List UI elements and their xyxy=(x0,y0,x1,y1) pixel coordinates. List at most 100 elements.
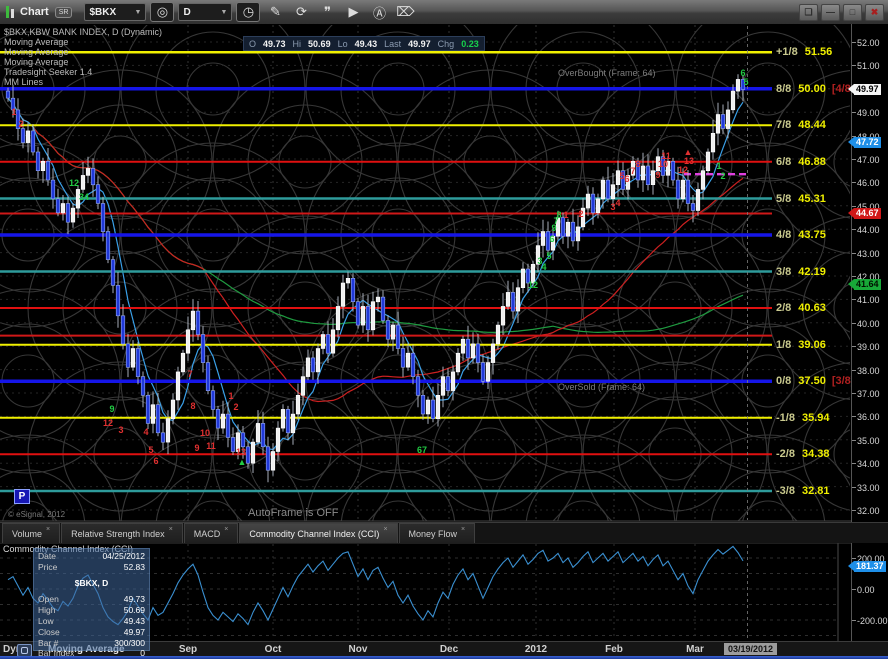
month-label: Dec xyxy=(440,644,458,655)
quote-bubble-icon: ❞ xyxy=(324,4,331,20)
tooltip-symbol: $BKX, D xyxy=(34,578,149,588)
price-tick: 51.00 xyxy=(857,61,880,71)
month-label: Oct xyxy=(265,644,282,655)
seeker-count: ▲ xyxy=(238,457,247,467)
seeker-count: 12 xyxy=(69,178,79,188)
chart-window: Chart SR $BKX ▼ ◎ D ▼ ◷ ✎ ⟳ ❞ ▶ Ⓐ xyxy=(0,0,888,659)
circled-a-icon: Ⓐ xyxy=(373,3,386,22)
price-tick: 43.00 xyxy=(857,249,880,259)
seeker-count: 6 xyxy=(549,234,554,244)
seeker-count: 9 xyxy=(109,404,114,414)
reload-icon: ⟳ xyxy=(296,4,307,20)
copyright-label: © eSignal, 2012 xyxy=(8,510,65,519)
draw-tool-button[interactable]: ✎ xyxy=(264,3,286,21)
auto-button[interactable]: Ⓐ xyxy=(368,3,390,21)
mm-line-label: -2/834.38 xyxy=(776,448,830,460)
legend-row: Moving Average xyxy=(4,57,162,67)
time-template-button[interactable]: ◷ xyxy=(236,2,260,22)
change-label: Chg xyxy=(438,39,455,49)
tooltip-row: High50.69 xyxy=(38,605,145,615)
price-tick: 41.00 xyxy=(857,295,880,305)
oversold-label: OverSold (Frame: 64) xyxy=(558,382,645,392)
seeker-count: 4 xyxy=(541,262,546,272)
tooltip-row: Date04/25/2012 xyxy=(38,551,145,561)
price-tick: 40.00 xyxy=(857,319,880,329)
price-marker: 49.97 xyxy=(854,84,881,95)
mm-line-label: 0/837.50[3/8] xyxy=(776,375,854,387)
tooltip-row: Close49.97 xyxy=(38,627,145,637)
last-label: Last xyxy=(384,39,401,49)
seeker-count: 2 xyxy=(578,209,583,219)
close-icon[interactable]: × xyxy=(46,526,50,533)
eraser-icon: ⌦ xyxy=(396,4,414,20)
eraser-button[interactable]: ⌦ xyxy=(394,3,416,21)
seeker-count: 1 xyxy=(563,210,568,220)
close-icon[interactable]: × xyxy=(169,526,173,533)
seeker-count: 5 xyxy=(743,77,748,87)
seeker-count: 2 xyxy=(720,171,725,181)
window-title: Chart xyxy=(20,6,49,18)
tab-commodity-channel-index-cci-[interactable]: Commodity Channel Index (CCI)× xyxy=(239,523,397,543)
high-label: Hi xyxy=(293,39,302,49)
high-value: 50.69 xyxy=(308,39,331,49)
link-group-badge[interactable]: SR xyxy=(55,7,73,18)
seeker-count: 5 xyxy=(546,251,551,261)
pointer-tool-badge[interactable]: P xyxy=(14,489,30,504)
seeker-count: 8 xyxy=(556,210,561,220)
mm-line-label: -1/835.94 xyxy=(776,412,830,424)
tooltip-row: Low49.43 xyxy=(38,616,145,626)
price-tick: 37.00 xyxy=(857,389,880,399)
play-circle-icon: ▶ xyxy=(348,4,358,20)
seeker-count: 12 xyxy=(678,165,688,175)
interval-select[interactable]: D ▼ xyxy=(178,3,232,21)
mm-line-label: 7/848.44 xyxy=(776,119,826,131)
seeker-count: 10 xyxy=(200,428,210,438)
pencil-icon: ✎ xyxy=(270,4,281,20)
open-label: O xyxy=(249,39,256,49)
tooltip-row: Bar #300/300 xyxy=(38,638,145,648)
seeker-count: 9 xyxy=(194,443,199,453)
reload-button[interactable]: ⟳ xyxy=(290,3,312,21)
tab-relative-strength-index[interactable]: Relative Strength Index× xyxy=(61,523,183,543)
last-value: 49.97 xyxy=(408,39,431,49)
price-tick: 32.00 xyxy=(857,506,880,516)
tab-money-flow[interactable]: Money Flow× xyxy=(399,523,476,543)
replay-button[interactable]: ▶ xyxy=(342,3,364,21)
mm-line-label: 4/843.75 xyxy=(776,229,826,241)
month-label: Mar xyxy=(686,644,704,655)
close-icon[interactable]: × xyxy=(383,526,387,533)
seeker-count: 4 xyxy=(143,427,148,437)
low-label: Lo xyxy=(338,39,348,49)
tab-macd[interactable]: MACD× xyxy=(184,523,239,543)
cursor-date-badge: 03/19/2012 xyxy=(724,643,777,655)
price-tick: 33.00 xyxy=(857,483,880,493)
seeker-count: 34 xyxy=(79,192,89,202)
cci-tick: 0.00 xyxy=(857,585,875,595)
seeker-count: 6 xyxy=(624,174,629,184)
month-label: Feb xyxy=(605,644,623,655)
data-window-tooltip: Date04/25/2012Price52.83Open49.73High50.… xyxy=(33,548,150,651)
seeker-count: 6 xyxy=(153,456,158,466)
quote-note-button[interactable]: ❞ xyxy=(316,3,338,21)
price-tick: 46.00 xyxy=(857,178,880,188)
cci-tick: -200.00 xyxy=(857,616,888,626)
chevron-down-icon: ▼ xyxy=(221,9,228,16)
symbol-lookup-button[interactable]: ◎ xyxy=(150,2,174,22)
symbol-input[interactable]: $BKX ▼ xyxy=(84,3,146,21)
month-label: 2012 xyxy=(525,644,547,655)
window-minimize-button[interactable]: — xyxy=(821,4,840,21)
month-label: Nov xyxy=(349,644,368,655)
close-icon[interactable]: × xyxy=(224,526,228,533)
window-close-button[interactable]: ✖ xyxy=(865,4,884,21)
close-icon[interactable]: × xyxy=(461,526,465,533)
seeker-count: 9 xyxy=(655,170,660,180)
window-maximize-button[interactable]: □ xyxy=(843,4,862,21)
window-restore-button[interactable]: ❏ xyxy=(799,4,818,21)
tab-volume[interactable]: Volume× xyxy=(2,523,60,543)
price-tick: 38.00 xyxy=(857,366,880,376)
price-tick: 39.00 xyxy=(857,342,880,352)
price-marker: 44.67 xyxy=(854,208,881,219)
seeker-count: 5 xyxy=(148,445,153,455)
price-axis[interactable]: 52.0051.0050.0049.0048.0047.0046.0045.00… xyxy=(851,24,888,656)
seeker-count: 2 xyxy=(18,119,23,129)
